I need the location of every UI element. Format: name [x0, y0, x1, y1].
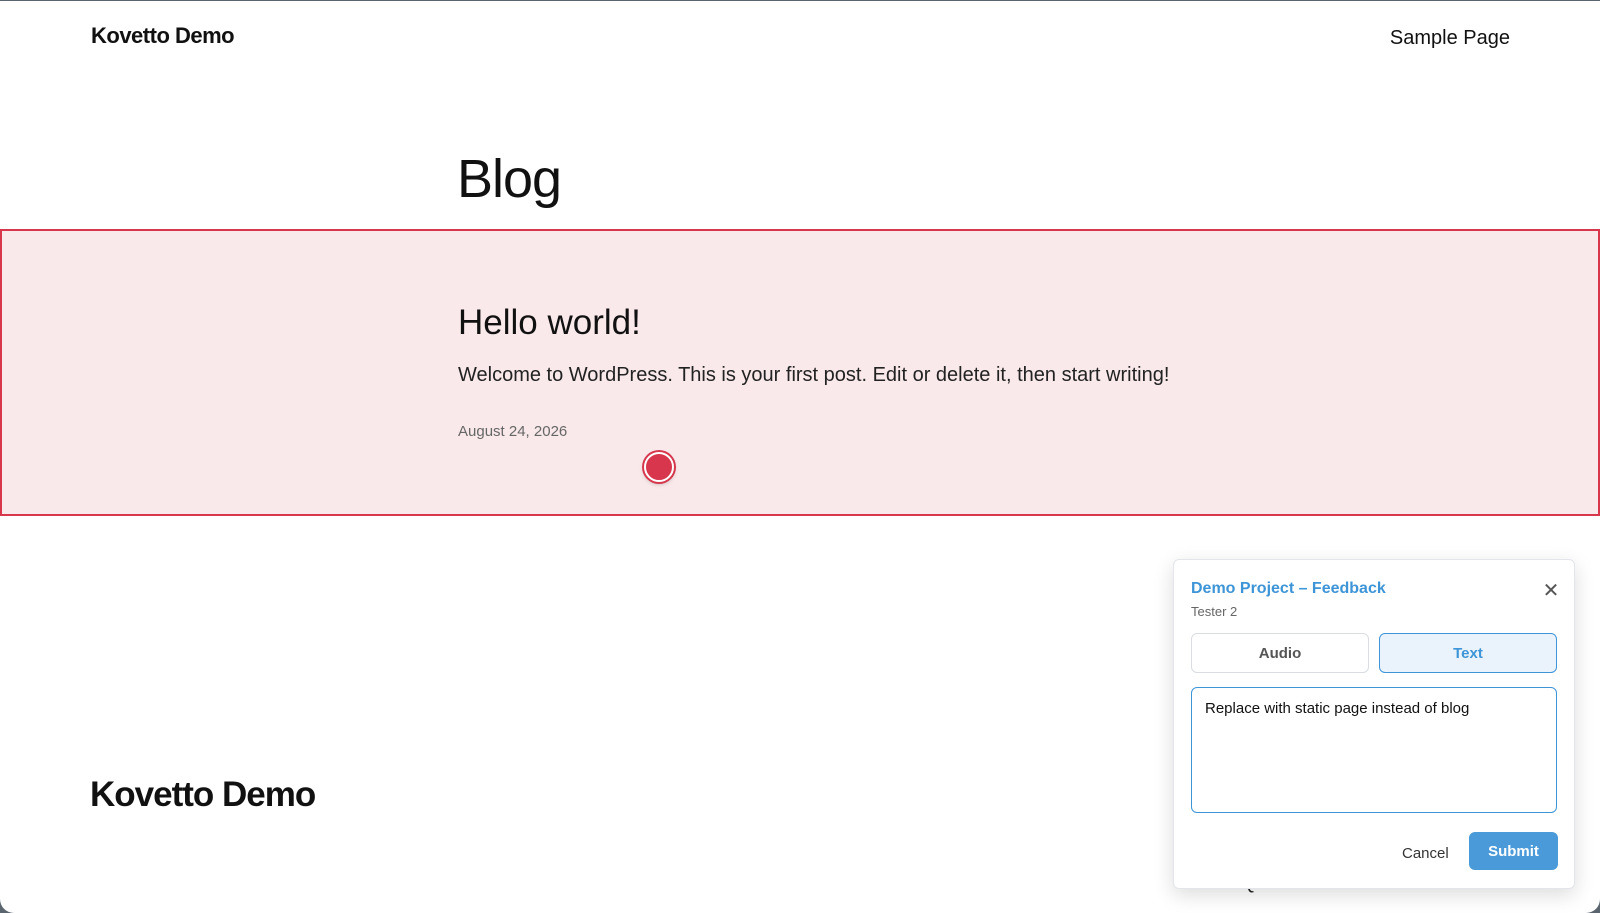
post-excerpt: Welcome to WordPress. This is your first…	[458, 364, 1170, 386]
cancel-button[interactable]: Cancel	[1392, 835, 1459, 871]
tab-audio[interactable]: Audio	[1191, 633, 1369, 673]
feedback-text-input[interactable]: Replace with static page instead of blog	[1191, 687, 1557, 813]
feedback-widget: Demo Project – Feedback Tester 2 ✕ Audio…	[1173, 559, 1575, 889]
post-card-selected[interactable]: Hello world! Welcome to WordPress. This …	[0, 229, 1600, 516]
post-date: August 24, 2026	[458, 423, 568, 440]
nav-link-sample-page[interactable]: Sample Page	[1390, 27, 1510, 50]
widget-title: Demo Project – Feedback	[1191, 580, 1386, 597]
widget-subtitle: Tester 2	[1191, 604, 1238, 619]
page: Kovetto Demo Sample Page Blog Hello worl…	[0, 1, 1600, 913]
footer-site-title[interactable]: Kovetto Demo	[90, 775, 316, 815]
tab-text[interactable]: Text	[1379, 633, 1557, 673]
site-title[interactable]: Kovetto Demo	[91, 23, 235, 49]
submit-button[interactable]: Submit	[1469, 832, 1558, 870]
post-title[interactable]: Hello world!	[458, 303, 641, 343]
feedback-pin-marker[interactable]	[644, 452, 674, 482]
page-title: Blog	[457, 149, 562, 209]
close-icon[interactable]: ✕	[1540, 580, 1562, 602]
